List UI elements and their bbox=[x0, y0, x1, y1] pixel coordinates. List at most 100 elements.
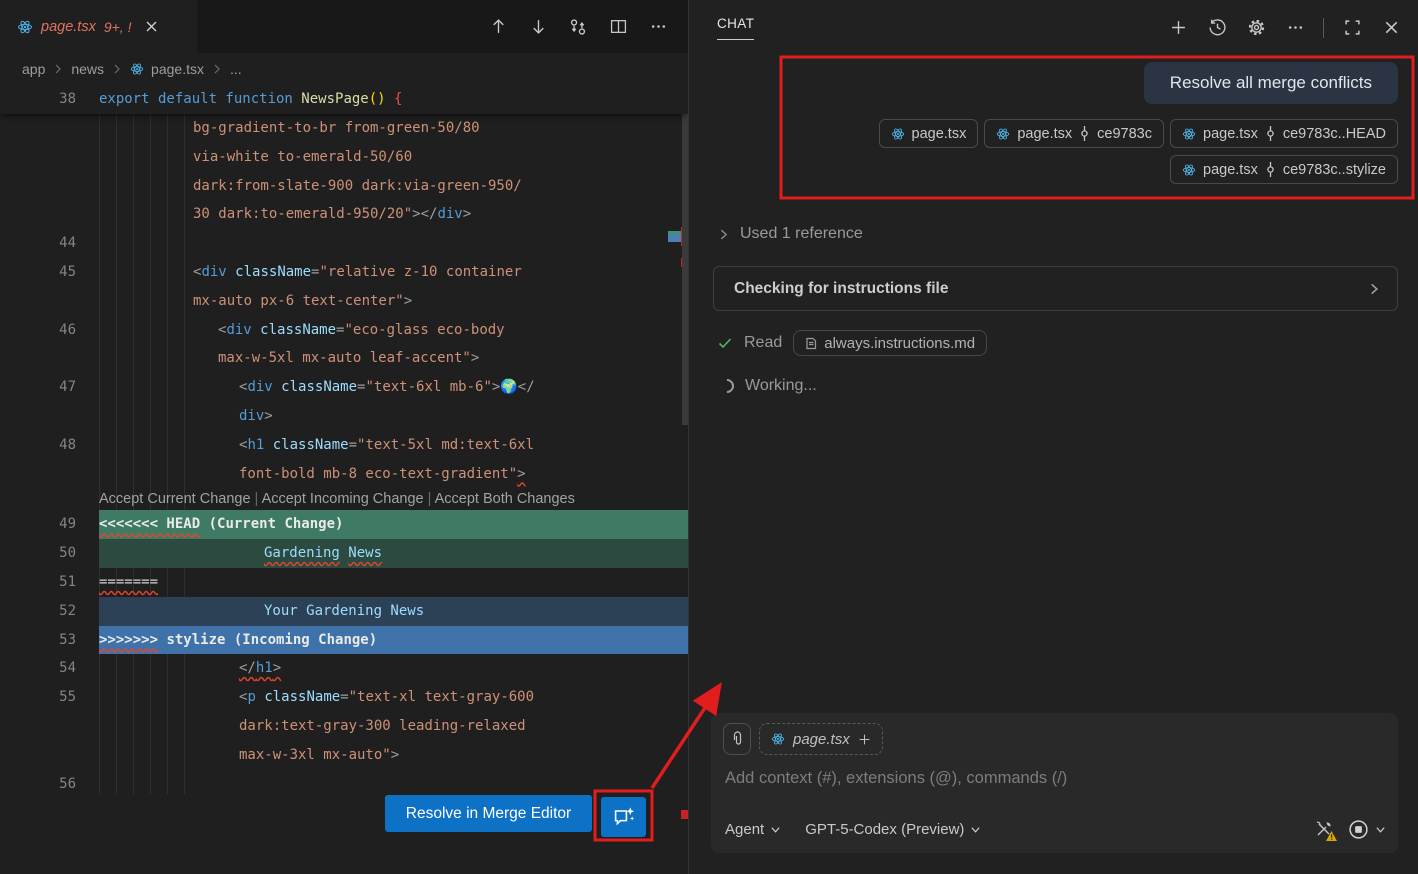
code-text: mx-auto px-6 text-center"> bbox=[99, 287, 688, 316]
model-label: GPT-5-Codex (Preview) bbox=[805, 821, 964, 838]
gear-icon[interactable] bbox=[1245, 17, 1267, 39]
tab-chat[interactable]: CHAT bbox=[717, 16, 754, 40]
code-rows: bg-gradient-to-br from-green-50/80 via-wh… bbox=[0, 114, 688, 798]
instructions-file-chip[interactable]: always.instructions.md bbox=[793, 330, 987, 356]
code-editor[interactable]: 38export default function NewsPage() { b… bbox=[0, 85, 688, 874]
status-box-checking-instructions[interactable]: Checking for instructions file bbox=[713, 266, 1398, 311]
codelens-link-accept-current-change[interactable]: Accept Current Change bbox=[99, 491, 251, 507]
resolve-in-merge-editor-button[interactable]: Resolve in Merge Editor bbox=[385, 795, 592, 832]
chevron-right-icon bbox=[1367, 282, 1381, 296]
breadcrumb-item-app[interactable]: app bbox=[22, 61, 45, 77]
stop-request-button[interactable] bbox=[1348, 819, 1386, 840]
instructions-file-name: always.instructions.md bbox=[824, 335, 975, 352]
attached-file-chip[interactable]: page.tsx bbox=[759, 723, 883, 755]
codelens-separator: | bbox=[424, 491, 435, 507]
code-token: > bbox=[273, 660, 281, 676]
context-chip[interactable]: page.tsx bbox=[879, 119, 979, 148]
chevron-right-icon bbox=[717, 228, 730, 241]
code-text: font-bold mb-8 eco-text-gradient"> bbox=[99, 460, 688, 489]
chat-header-actions bbox=[1167, 0, 1402, 55]
next-change-icon[interactable] bbox=[526, 15, 550, 39]
codelens-link-accept-both-changes[interactable]: Accept Both Changes bbox=[435, 491, 575, 507]
line-number: 38 bbox=[0, 85, 76, 114]
close-panel-icon[interactable] bbox=[1380, 17, 1402, 39]
previous-change-icon[interactable] bbox=[486, 15, 510, 39]
code-token bbox=[386, 91, 394, 107]
react-icon bbox=[130, 62, 144, 76]
code-row: mx-auto px-6 text-center"> bbox=[0, 287, 688, 316]
more-actions-icon[interactable] bbox=[646, 15, 670, 39]
chat-sparkle-icon bbox=[612, 805, 636, 829]
breadcrumb-item-symbol[interactable]: ... bbox=[230, 61, 242, 77]
spinner-icon bbox=[717, 376, 737, 396]
code-token: h1 bbox=[247, 437, 264, 453]
used-references-toggle[interactable]: Used 1 reference bbox=[717, 225, 863, 243]
chevron-right-icon bbox=[211, 63, 223, 75]
code-row: 44 bbox=[0, 229, 688, 258]
code-token: ></ bbox=[412, 206, 437, 222]
working-status: Working... bbox=[720, 377, 817, 395]
new-chat-icon[interactable] bbox=[1167, 17, 1189, 39]
editor-pane: page.tsx 9+, ! bbox=[0, 0, 688, 874]
code-text: div> bbox=[99, 402, 688, 431]
code-token: className bbox=[273, 437, 349, 453]
breadcrumb-item-news[interactable]: news bbox=[71, 61, 104, 77]
code-token bbox=[227, 264, 235, 280]
code-token bbox=[273, 379, 281, 395]
line-number: 54 bbox=[0, 654, 76, 683]
context-chip[interactable]: page.tsxce9783c bbox=[984, 119, 1164, 148]
line-number: 50 bbox=[0, 539, 76, 568]
code-text: max-w-3xl mx-auto"> bbox=[99, 741, 688, 770]
code-token: div bbox=[247, 379, 272, 395]
split-editor-icon[interactable] bbox=[606, 15, 630, 39]
codelens-link-accept-incoming-change[interactable]: Accept Incoming Change bbox=[262, 491, 424, 507]
code-text: via-white to-emerald-50/60 bbox=[99, 143, 688, 172]
code-row: 50Gardening News bbox=[0, 539, 688, 568]
react-icon bbox=[771, 732, 785, 746]
maximize-panel-icon[interactable] bbox=[1341, 17, 1363, 39]
line-number: 56 bbox=[0, 770, 76, 799]
code-text: bg-gradient-to-br from-green-50/80 bbox=[99, 114, 688, 143]
line-number: 48 bbox=[0, 431, 76, 460]
code-token: via-white to-emerald-50/60 bbox=[193, 149, 412, 165]
editor-actions bbox=[486, 0, 670, 53]
ruler-mark-blue bbox=[668, 236, 682, 242]
chat-input-box[interactable]: page.tsx Add context (#), extensions (@)… bbox=[711, 713, 1398, 853]
tab-page-tsx[interactable]: page.tsx 9+, ! bbox=[0, 0, 197, 53]
code-token: div bbox=[437, 206, 462, 222]
context-chip[interactable]: page.tsxce9783c..HEAD bbox=[1170, 119, 1398, 148]
more-actions-icon[interactable] bbox=[1284, 17, 1306, 39]
compare-changes-icon[interactable] bbox=[566, 15, 590, 39]
chat-input-placeholder[interactable]: Add context (#), extensions (@), command… bbox=[725, 769, 1067, 788]
code-token: </ bbox=[239, 660, 256, 676]
code-row: max-w-3xl mx-auto"> bbox=[0, 741, 688, 770]
resolve-with-copilot-button[interactable] bbox=[601, 797, 646, 837]
tab-problems-badge: 9+, ! bbox=[104, 19, 132, 35]
breadcrumb-item-file[interactable]: page.tsx bbox=[151, 61, 204, 77]
context-chip[interactable]: page.tsxce9783c..stylize bbox=[1170, 155, 1398, 184]
mode-dropdown[interactable]: Agent bbox=[725, 821, 781, 838]
code-token: bg-gradient-to-br from-green-50/80 bbox=[193, 120, 480, 136]
line-number: 49 bbox=[0, 510, 76, 539]
model-dropdown[interactable]: GPT-5-Codex (Preview) bbox=[805, 821, 981, 838]
chip-row-1: page.tsxpage.tsxce9783cpage.tsxce9783c..… bbox=[879, 119, 1398, 148]
code-token: 30 dark:to-emerald-950/20" bbox=[193, 206, 412, 222]
line-number: 47 bbox=[0, 373, 76, 402]
chat-panel: CHAT bbox=[688, 0, 1418, 874]
close-icon[interactable] bbox=[145, 20, 158, 33]
code-token: () bbox=[369, 91, 386, 107]
code-token: > bbox=[517, 466, 525, 482]
line-number: 45 bbox=[0, 258, 76, 287]
divider bbox=[1323, 18, 1324, 38]
attach-context-button[interactable] bbox=[723, 723, 751, 755]
react-icon bbox=[1182, 127, 1196, 141]
configure-tools-icon[interactable] bbox=[1314, 819, 1334, 839]
chip-file-name: page.tsx bbox=[1203, 162, 1258, 178]
chip-file-name: page.tsx bbox=[1017, 126, 1072, 142]
code-token: div bbox=[239, 408, 264, 424]
code-row: 48<h1 className="text-5xl md:text-6xl bbox=[0, 431, 688, 460]
code-row: max-w-5xl mx-auto leaf-accent"> bbox=[0, 344, 688, 373]
code-token: NewsPage bbox=[301, 91, 368, 107]
plus-icon[interactable] bbox=[858, 733, 871, 746]
history-icon[interactable] bbox=[1206, 17, 1228, 39]
